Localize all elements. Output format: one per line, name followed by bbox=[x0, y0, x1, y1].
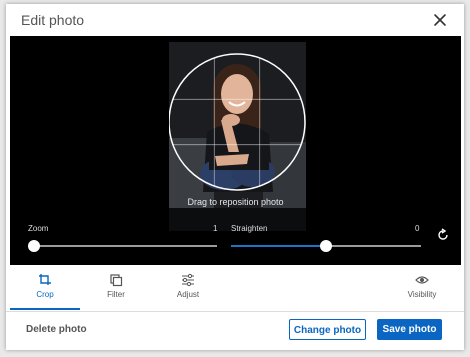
straighten-label: Straighten bbox=[231, 224, 268, 233]
edit-tabs: Crop Filter Adjust Visibility bbox=[6, 265, 464, 312]
tab-filter-label: Filter bbox=[107, 290, 125, 299]
zoom-track[interactable] bbox=[34, 245, 217, 247]
rotate-reset-icon[interactable] bbox=[436, 228, 450, 242]
straighten-thumb[interactable] bbox=[320, 240, 332, 252]
adjust-icon bbox=[182, 273, 194, 287]
tab-crop[interactable]: Crop bbox=[20, 273, 70, 299]
tab-adjust-label: Adjust bbox=[176, 290, 200, 299]
tab-filter[interactable]: Filter bbox=[91, 273, 141, 299]
drag-hint: Drag to reposition photo bbox=[187, 197, 284, 207]
tab-visibility-label: Visibility bbox=[407, 290, 437, 299]
filter-icon bbox=[110, 274, 123, 287]
photo-editor: Drag to reposition photo Zoom 1 Straight… bbox=[10, 36, 461, 265]
active-tab-indicator bbox=[10, 308, 80, 310]
straighten-value: 0 bbox=[415, 224, 420, 233]
straighten-slider[interactable]: Straighten 0 bbox=[226, 221, 426, 255]
close-icon[interactable] bbox=[432, 12, 448, 28]
dialog-footer: Delete photo Change photo Save photo bbox=[6, 312, 464, 350]
zoom-thumb[interactable] bbox=[28, 240, 40, 252]
straighten-track-fill bbox=[231, 245, 326, 247]
zoom-value: 1 bbox=[213, 224, 218, 233]
crop-icon bbox=[39, 274, 51, 285]
eye-icon bbox=[415, 276, 429, 284]
change-photo-button[interactable]: Change photo bbox=[289, 319, 366, 340]
save-photo-button[interactable]: Save photo bbox=[377, 319, 442, 340]
tab-adjust[interactable]: Adjust bbox=[163, 273, 213, 299]
zoom-slider[interactable]: Zoom 1 bbox=[10, 221, 225, 255]
dialog-title: Edit photo bbox=[21, 12, 85, 28]
edit-photo-dialog: Edit photo Drag to reposition photo Zoom… bbox=[6, 4, 464, 350]
zoom-label: Zoom bbox=[28, 224, 49, 233]
dialog-header: Edit photo bbox=[6, 4, 464, 36]
tab-crop-label: Crop bbox=[36, 290, 54, 299]
tab-visibility[interactable]: Visibility bbox=[395, 273, 449, 299]
delete-photo-button[interactable]: Delete photo bbox=[26, 324, 87, 335]
